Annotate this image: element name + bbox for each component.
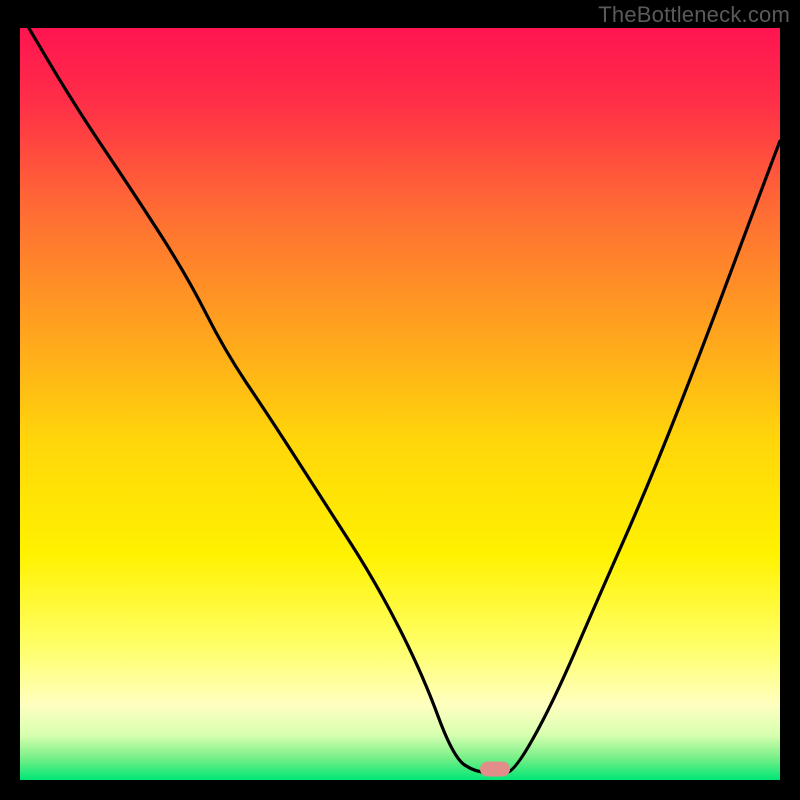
- bottleneck-curve: [20, 28, 780, 780]
- watermark-text: TheBottleneck.com: [598, 2, 790, 28]
- plot-area: [20, 28, 780, 780]
- optimal-point-marker: [480, 761, 510, 776]
- chart-frame: TheBottleneck.com: [0, 0, 800, 800]
